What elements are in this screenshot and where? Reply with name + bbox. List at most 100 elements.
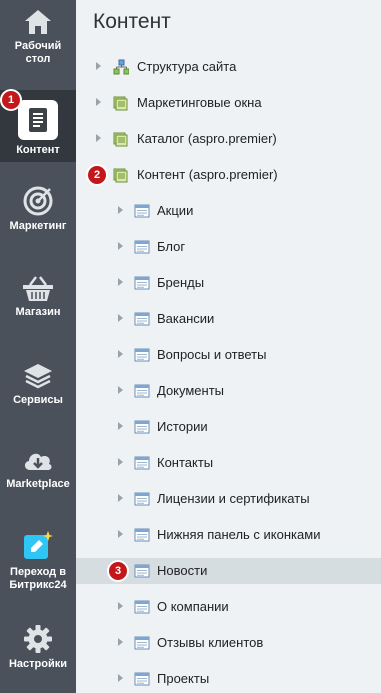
site-structure-icon [113, 59, 129, 75]
sidebar-item-marketplace[interactable]: Marketplace [0, 448, 76, 496]
sidebar-item-label: Битрикс24 [9, 579, 67, 591]
expand-arrow-icon[interactable] [118, 386, 123, 394]
list-icon [134, 636, 150, 650]
document-icon [18, 100, 58, 140]
tree-item[interactable]: Блог [76, 234, 381, 260]
list-icon [134, 492, 150, 506]
tree-item[interactable]: Маркетинговые окна [76, 90, 381, 116]
expand-arrow-icon[interactable] [118, 278, 123, 286]
tree-item-label: Проекты [157, 671, 210, 686]
tree-item[interactable]: Нижняя панель с иконками [76, 522, 381, 548]
sidebar-item-label: Маркетинг [9, 220, 67, 232]
tree-item[interactable]: О компании [76, 594, 381, 620]
expand-arrow-icon[interactable] [118, 602, 123, 610]
list-icon [134, 240, 150, 254]
expand-arrow-icon[interactable] [118, 674, 123, 682]
tree-item[interactable]: Вопросы и ответы [76, 342, 381, 368]
tree-item[interactable]: Отзывы клиентов [76, 630, 381, 656]
tree-item-label: Нижняя панель с иконками [157, 527, 321, 542]
expand-arrow-icon[interactable] [118, 422, 123, 430]
tree-item[interactable]: Проекты [76, 666, 381, 692]
expand-arrow-icon[interactable] [118, 206, 123, 214]
step-badge-1: 1 [2, 91, 20, 109]
sidebar-item-marketing[interactable]: Маркетинг [0, 186, 76, 246]
tree-item-label: Каталог (aspro.premier) [137, 131, 277, 146]
step-badge-3: 3 [109, 562, 127, 580]
folder-icon [113, 168, 128, 183]
expand-arrow-icon[interactable] [96, 134, 101, 142]
tree-item-label: Акции [157, 203, 194, 218]
sidebar-item-label: Магазин [15, 306, 61, 318]
sidebar-item-label: Переход в [10, 566, 66, 578]
list-icon [134, 384, 150, 398]
sidebar-item-desktop[interactable]: Рабочий стол [0, 8, 76, 78]
tree-item[interactable]: Бренды [76, 270, 381, 296]
sidebar: Рабочий стол Контент 1 Маркетинг Магазин… [0, 0, 76, 693]
cloud-download-icon [24, 453, 52, 470]
tree-item[interactable]: Документы [76, 378, 381, 404]
tree-item-label: Контакты [157, 455, 214, 470]
list-icon [134, 420, 150, 434]
sidebar-item-label: Настройки [8, 658, 68, 670]
tree-item-label: Бренды [157, 275, 205, 290]
list-icon [134, 348, 150, 362]
tree-item[interactable]: Истории [76, 414, 381, 440]
expand-arrow-icon[interactable] [96, 62, 101, 70]
tree-item[interactable]: Лицензии и сертификаты [76, 486, 381, 512]
list-icon [134, 276, 150, 290]
tree-item-label: Контент (aspro.premier) [137, 167, 278, 182]
list-icon [134, 528, 150, 542]
sidebar-item-settings[interactable]: Настройки [0, 624, 76, 674]
gear-icon [24, 625, 52, 653]
main-panel: Контент Структура сайта Маркетинговые окн… [76, 0, 381, 693]
tree-item[interactable]: Вакансии [76, 306, 381, 332]
home-icon [25, 10, 51, 34]
sidebar-item-label: Контент [16, 144, 60, 156]
tree-item[interactable]: Новости 3 [76, 558, 381, 584]
sidebar-item-shop[interactable]: Магазин [0, 276, 76, 326]
expand-arrow-icon[interactable] [118, 638, 123, 646]
folder-icon [113, 132, 128, 147]
sidebar-item-bitrix24[interactable]: Переход в Битрикс24 [0, 530, 76, 594]
tree-item-label: Новости [157, 563, 208, 578]
sidebar-item-services[interactable]: Сервисы [0, 362, 76, 414]
tree-item[interactable]: Структура сайта [76, 54, 381, 80]
list-icon [134, 564, 150, 578]
sidebar-item-label: стол [25, 53, 51, 65]
tree-item[interactable]: Контент (aspro.premier) 2 [76, 162, 381, 188]
basket-icon [23, 276, 53, 301]
step-badge-2: 2 [88, 166, 106, 184]
list-icon [134, 312, 150, 326]
sidebar-item-label: Сервисы [13, 394, 63, 406]
page-title: Контент [93, 10, 171, 33]
tree-item-label: О компании [157, 599, 229, 614]
expand-arrow-icon[interactable] [118, 242, 123, 250]
tree-item-label: Истории [157, 419, 208, 434]
list-icon [134, 600, 150, 614]
tree-item-label: Лицензии и сертификаты [157, 491, 310, 506]
target-icon [23, 186, 53, 216]
list-icon [134, 456, 150, 470]
sidebar-item-label: Marketplace [6, 478, 70, 490]
expand-arrow-icon[interactable] [118, 314, 123, 322]
tree-item-label: Маркетинговые окна [137, 95, 262, 110]
sidebar-item-label: Рабочий [14, 40, 62, 52]
tree-item[interactable]: Контакты [76, 450, 381, 476]
tree-item-label: Вакансии [157, 311, 215, 326]
tree-item[interactable]: Каталог (aspro.premier) [76, 126, 381, 152]
tree-item-label: Структура сайта [137, 59, 237, 74]
expand-arrow-icon[interactable] [118, 494, 123, 502]
list-icon [134, 672, 150, 686]
tree-item-label: Блог [157, 239, 186, 254]
tree-item[interactable]: Акции [76, 198, 381, 224]
expand-arrow-icon[interactable] [118, 530, 123, 538]
folder-icon [113, 96, 128, 111]
bitrix24-icon [24, 531, 53, 559]
expand-arrow-icon[interactable] [118, 458, 123, 466]
tree-item-label: Вопросы и ответы [157, 347, 267, 362]
tree-item-label: Отзывы клиентов [157, 635, 264, 650]
expand-arrow-icon[interactable] [118, 350, 123, 358]
expand-arrow-icon[interactable] [96, 98, 101, 106]
layers-icon [24, 364, 52, 389]
tree-item-label: Документы [157, 383, 225, 398]
